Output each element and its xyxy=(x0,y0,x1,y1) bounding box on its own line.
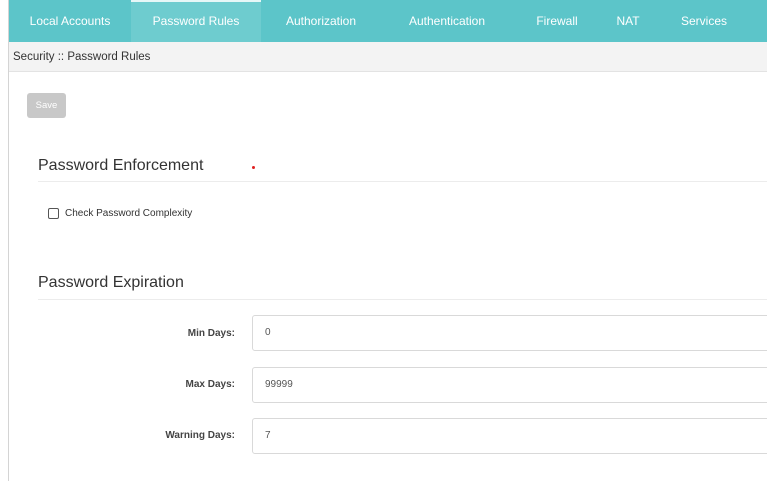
breadcrumb: Security :: Password Rules xyxy=(9,42,767,72)
tab-nat[interactable]: NAT xyxy=(601,0,655,42)
tab-label: Authorization xyxy=(285,14,357,28)
tab-services[interactable]: Services xyxy=(655,0,753,42)
page-frame: Local Accounts Password Rules Authorizat… xyxy=(8,0,767,481)
tab-bar: Local Accounts Password Rules Authorizat… xyxy=(9,0,767,42)
tab-firewall[interactable]: Firewall xyxy=(513,0,601,42)
password-expiration-title: Password Expiration xyxy=(38,274,184,291)
warning-days-label: Warning Days: xyxy=(165,430,235,441)
max-days-input[interactable]: 99999 xyxy=(252,367,767,403)
min-days-input[interactable]: 0 xyxy=(252,315,767,351)
tab-label: Services xyxy=(680,14,727,28)
tab-label: Local Accounts xyxy=(29,14,111,28)
max-days-label: Max Days: xyxy=(185,379,235,390)
tab-label: Firewall xyxy=(536,14,578,28)
tab-password-rules[interactable]: Password Rules xyxy=(131,0,261,42)
tab-label: NAT xyxy=(616,14,640,28)
min-days-label: Min Days: xyxy=(187,328,235,339)
check-complexity-checkbox[interactable] xyxy=(48,207,59,219)
warning-days-input[interactable]: 7 xyxy=(252,418,767,454)
tab-label: Authentication xyxy=(408,14,486,28)
required-indicator xyxy=(252,166,255,169)
password-enforcement-title: Password Enforcement xyxy=(38,157,204,174)
tab-authentication[interactable]: Authentication xyxy=(381,0,513,42)
tab-local-accounts[interactable]: Local Accounts xyxy=(9,0,131,42)
check-complexity-label: Check Password Complexity xyxy=(65,207,193,219)
tab-authorization[interactable]: Authorization xyxy=(261,0,381,42)
section-divider xyxy=(38,181,767,182)
save-button[interactable]: Save xyxy=(27,93,66,118)
tab-label: Password Rules xyxy=(152,14,240,28)
section-divider xyxy=(38,299,767,300)
check-complexity-row[interactable]: Check Password Complexity xyxy=(48,205,192,221)
